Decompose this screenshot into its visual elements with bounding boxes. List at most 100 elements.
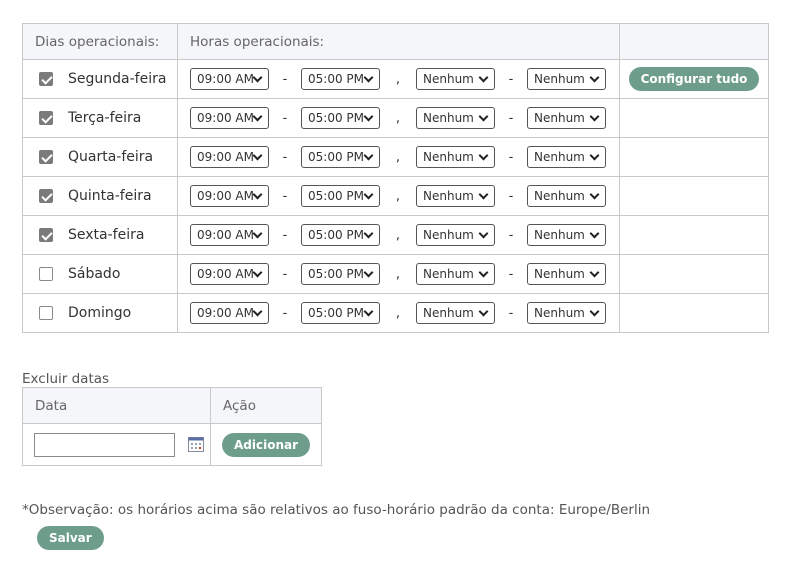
break-start-select[interactable]: Nenhum xyxy=(416,68,495,90)
table-row: Segunda-feira 09:00 AM -05:00 PM, Nenhum - Ne… xyxy=(22,59,769,99)
break-end-select[interactable]: Nenhum xyxy=(527,185,606,207)
operating-days-table: Dias operacionais: Horas operacionais: S… xyxy=(22,23,769,333)
action-cell: Configurar tudo xyxy=(619,59,769,99)
start-time-select[interactable]: 09:00 AM xyxy=(190,107,269,129)
range-separator: - xyxy=(282,149,288,165)
comma-separator: , xyxy=(395,149,401,165)
break-end-select[interactable]: Nenhum xyxy=(527,302,606,324)
table-row: Quarta-feira 09:00 AM -05:00 PM, Nenhum - Nen… xyxy=(22,137,769,177)
day-label: Quarta-feira xyxy=(68,149,154,165)
start-time-select[interactable]: 09:00 AM xyxy=(190,146,269,168)
calendar-icon[interactable] xyxy=(188,437,205,452)
end-time-select[interactable]: 05:00 PM xyxy=(301,185,380,207)
comma-separator: , xyxy=(395,227,401,243)
range-separator: - xyxy=(508,110,514,126)
end-time-select[interactable]: 05:00 PM xyxy=(301,68,380,90)
break-end-select[interactable]: Nenhum xyxy=(527,263,606,285)
hours-cell: 09:00 AM -05:00 PM, Nenhum - Nenhum xyxy=(177,137,620,177)
end-time-select[interactable]: 05:00 PM xyxy=(301,107,380,129)
range-separator: - xyxy=(508,149,514,165)
end-time-select[interactable]: 05:00 PM xyxy=(301,146,380,168)
date-input[interactable] xyxy=(34,432,175,457)
break-start-select[interactable]: Nenhum xyxy=(416,107,495,129)
break-start-select[interactable]: Nenhum xyxy=(416,185,495,207)
table-row: Adicionar xyxy=(22,423,322,466)
day-cell: Quarta-feira xyxy=(22,137,178,177)
comma-separator: , xyxy=(395,71,401,87)
day-cell: Quinta-feira xyxy=(22,176,178,216)
day-checkbox[interactable] xyxy=(39,228,53,242)
day-label: Segunda-feira xyxy=(68,71,167,87)
comma-separator: , xyxy=(395,266,401,282)
break-end-select[interactable]: Nenhum xyxy=(527,224,606,246)
header-days: Dias operacionais: xyxy=(22,23,178,60)
start-time-select[interactable]: 09:00 AM xyxy=(190,185,269,207)
range-separator: - xyxy=(282,188,288,204)
hours-cell: 09:00 AM -05:00 PM, Nenhum - Nenhum xyxy=(177,59,620,99)
header-hours: Horas operacionais: xyxy=(177,23,620,60)
end-time-select[interactable]: 05:00 PM xyxy=(301,302,380,324)
break-start-select[interactable]: Nenhum xyxy=(416,263,495,285)
timezone-note: *Observação: os horários acima são relat… xyxy=(22,502,651,518)
hours-cell: 09:00 AM -05:00 PM, Nenhum - Nenhum xyxy=(177,98,620,138)
comma-separator: , xyxy=(395,110,401,126)
day-label: Domingo xyxy=(68,305,132,321)
add-date-button[interactable]: Adicionar xyxy=(221,432,311,457)
day-checkbox[interactable] xyxy=(39,111,53,125)
range-separator: - xyxy=(508,188,514,204)
day-cell: Terça-feira xyxy=(22,98,178,138)
end-time-select[interactable]: 05:00 PM xyxy=(301,263,380,285)
break-end-select[interactable]: Nenhum xyxy=(527,107,606,129)
hours-cell: 09:00 AM -05:00 PM, Nenhum - Nenhum xyxy=(177,215,620,255)
range-separator: - xyxy=(508,305,514,321)
action-cell xyxy=(619,98,769,138)
action-cell xyxy=(619,293,769,333)
configure-all-button[interactable]: Configurar tudo xyxy=(628,67,760,91)
range-separator: - xyxy=(508,266,514,282)
day-label: Sexta-feira xyxy=(68,227,145,243)
hours-cell: 09:00 AM -05:00 PM, Nenhum - Nenhum xyxy=(177,293,620,333)
exclude-dates-title: Excluir datas xyxy=(22,371,110,387)
day-label: Terça-feira xyxy=(68,110,142,126)
table-header-row: Data Ação xyxy=(22,387,322,424)
day-cell: Domingo xyxy=(22,293,178,333)
day-checkbox[interactable] xyxy=(39,189,53,203)
start-time-select[interactable]: 09:00 AM xyxy=(190,263,269,285)
range-separator: - xyxy=(508,71,514,87)
break-end-select[interactable]: Nenhum xyxy=(527,146,606,168)
action-cell xyxy=(619,137,769,177)
table-row: Domingo 09:00 AM -05:00 PM, Nenhum - Nenhum xyxy=(22,293,769,333)
hours-cell: 09:00 AM -05:00 PM, Nenhum - Nenhum xyxy=(177,176,620,216)
day-checkbox[interactable] xyxy=(39,72,53,86)
header-empty xyxy=(619,23,769,60)
comma-separator: , xyxy=(395,305,401,321)
action-cell: Adicionar xyxy=(210,423,322,466)
day-checkbox[interactable] xyxy=(39,150,53,164)
break-start-select[interactable]: Nenhum xyxy=(416,146,495,168)
start-time-select[interactable]: 09:00 AM xyxy=(190,68,269,90)
end-time-select[interactable]: 05:00 PM xyxy=(301,224,380,246)
range-separator: - xyxy=(282,227,288,243)
range-separator: - xyxy=(282,71,288,87)
day-checkbox[interactable] xyxy=(39,267,53,281)
range-separator: - xyxy=(282,110,288,126)
action-cell xyxy=(619,254,769,294)
day-label: Quinta-feira xyxy=(68,188,152,204)
action-cell xyxy=(619,176,769,216)
range-separator: - xyxy=(508,227,514,243)
header-date: Data xyxy=(22,387,211,424)
exclude-dates-table: Data Ação Adicionar xyxy=(22,387,322,466)
day-cell: Segunda-feira xyxy=(22,59,178,99)
break-start-select[interactable]: Nenhum xyxy=(416,302,495,324)
break-start-select[interactable]: Nenhum xyxy=(416,224,495,246)
break-end-select[interactable]: Nenhum xyxy=(527,68,606,90)
start-time-select[interactable]: 09:00 AM xyxy=(190,302,269,324)
day-checkbox[interactable] xyxy=(39,306,53,320)
table-row: Quinta-feira 09:00 AM -05:00 PM, Nenhum - Nen… xyxy=(22,176,769,216)
save-button[interactable]: Salvar xyxy=(37,526,104,550)
range-separator: - xyxy=(282,266,288,282)
day-cell: Sexta-feira xyxy=(22,215,178,255)
hours-cell: 09:00 AM -05:00 PM, Nenhum - Nenhum xyxy=(177,254,620,294)
start-time-select[interactable]: 09:00 AM xyxy=(190,224,269,246)
table-row: Sexta-feira 09:00 AM -05:00 PM, Nenhum - Nenh… xyxy=(22,215,769,255)
